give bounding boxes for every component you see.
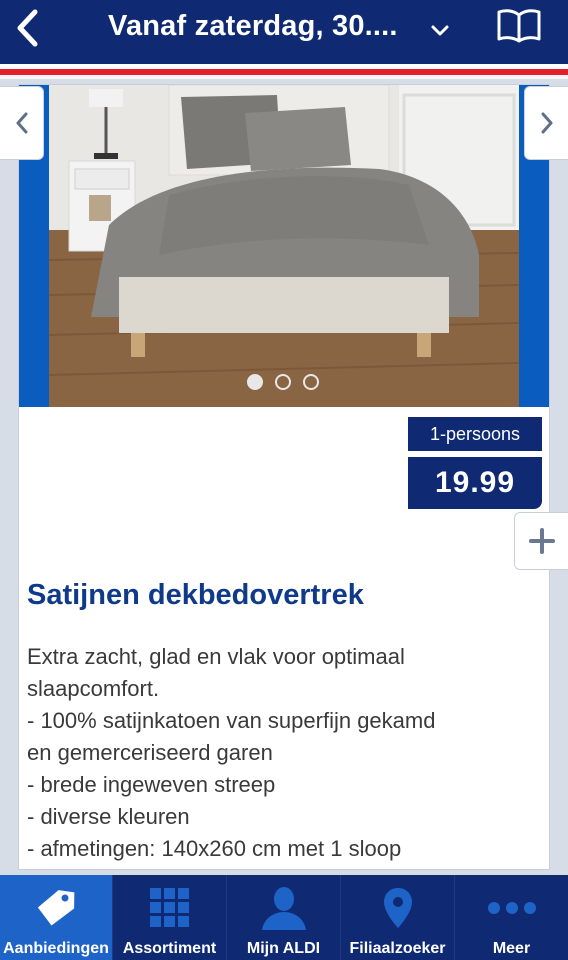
open-book-icon (497, 9, 541, 43)
grid-icon (149, 888, 189, 927)
page-title[interactable]: Vanaf zaterdag, 30.... (108, 10, 398, 43)
description-line: - brede ingeweven streep (27, 772, 276, 797)
bottom-tab-bar: Aanbiedingen Assortiment Mijn ALDI Filia… (0, 875, 568, 960)
previous-product-button[interactable] (0, 86, 44, 160)
header-stripe-gap (0, 75, 568, 79)
tag-icon (37, 890, 75, 926)
product-description: Extra zacht, glad en vlak voor optimaal … (27, 641, 537, 865)
tab-assortiment[interactable]: Assortiment (113, 875, 227, 960)
tab-aanbiedingen[interactable]: Aanbiedingen (0, 875, 113, 960)
tab-label: Filiaalzoeker (349, 940, 446, 957)
top-bar: Vanaf zaterdag, 30.... (0, 0, 568, 64)
more-dots-icon (487, 902, 536, 914)
unit-badge: 1-persoons (408, 417, 542, 451)
catalog-button[interactable] (492, 6, 546, 46)
product-image-carousel[interactable] (19, 85, 549, 407)
tab-mijn-aldi[interactable]: Mijn ALDI (227, 875, 341, 960)
price-tag: 19.99 (408, 457, 542, 509)
tab-label: Meer (492, 940, 531, 957)
tab-meer[interactable]: Meer (455, 875, 568, 960)
description-line: - 100% satijnkatoen van superfijn gekamd (27, 708, 436, 733)
carousel-dot[interactable] (303, 374, 319, 390)
description-line: - diverse kleuren (27, 804, 190, 829)
description-line: - afmetingen: 140x260 cm met 1 sloop (27, 836, 402, 861)
description-line: slaapcomfort. (27, 676, 160, 701)
product-card: 1-persoons 19.99 Satijnen dekbedovertrek… (18, 84, 550, 870)
product-photo (49, 85, 519, 407)
chevron-down-icon[interactable] (428, 18, 452, 42)
product-title: Satijnen dekbedovertrek (27, 579, 364, 611)
chevron-left-icon (16, 112, 27, 134)
tab-filiaalzoeker[interactable]: Filiaalzoeker (341, 875, 455, 960)
tab-label: Mijn ALDI (246, 940, 321, 957)
carousel-dot[interactable] (247, 374, 263, 390)
next-product-button[interactable] (524, 86, 568, 160)
description-line: en gemerceriseerd garen (27, 740, 273, 765)
description-line: Extra zacht, glad en vlak voor optimaal (27, 644, 405, 669)
tab-label: Assortiment (122, 940, 217, 957)
chevron-left-icon (17, 9, 38, 47)
back-button[interactable] (8, 6, 48, 50)
tab-label: Aanbiedingen (3, 940, 109, 957)
person-icon (261, 887, 306, 930)
plus-icon (528, 528, 555, 554)
carousel-dot[interactable] (275, 374, 291, 390)
chevron-right-icon (541, 112, 552, 134)
location-pin-icon (383, 888, 412, 928)
add-to-list-button[interactable] (514, 512, 568, 570)
carousel-indicator (247, 374, 319, 390)
